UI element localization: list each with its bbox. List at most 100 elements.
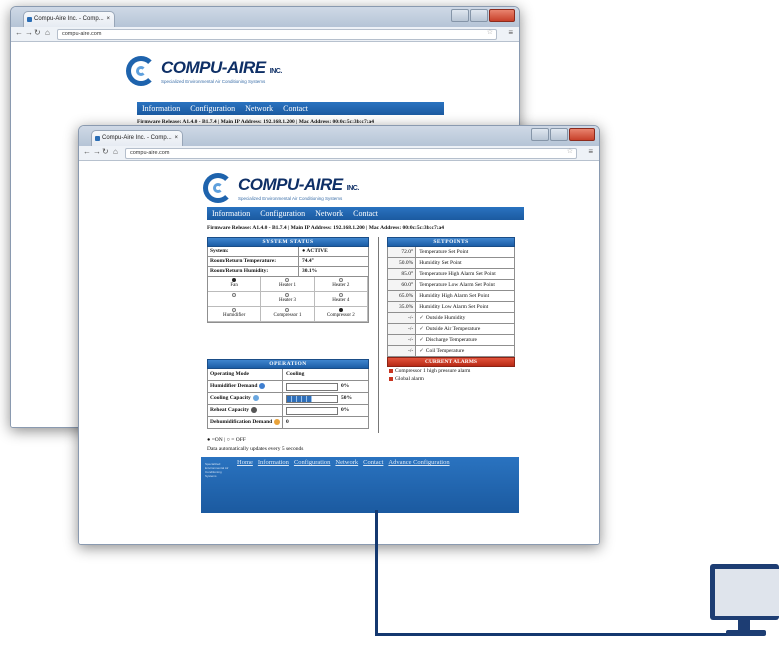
progress-bar xyxy=(286,382,338,391)
front-browser-titlebar: Compu-Aire Inc. - Comp... × xyxy=(79,126,599,146)
desktop-computer-icon xyxy=(708,562,779,646)
setpoint-row[interactable]: 85.0° Temperature High Alarm Set Point xyxy=(387,269,515,280)
back-tab-title: Compu-Aire Inc. - Comp... xyxy=(34,16,104,22)
setpoint-row[interactable]: -/-Discharge Temperature xyxy=(387,335,515,346)
footer-links: Home Information Configuration Network C… xyxy=(237,459,450,466)
status-label: Room/Return Humidity: xyxy=(208,267,299,276)
front-logo-name: COMPU-AIRE xyxy=(238,175,343,194)
component-cell: Fan xyxy=(208,277,262,292)
front-browser-tab[interactable]: Compu-Aire Inc. - Comp... × xyxy=(91,130,183,146)
setpoint-name: Coil Temperature xyxy=(416,346,514,356)
close-button[interactable] xyxy=(569,128,595,141)
nav-information[interactable]: Information xyxy=(212,207,250,220)
reload-icon[interactable]: ↻ xyxy=(34,28,41,37)
setpoint-name: Humidity High Alarm Set Point xyxy=(419,293,490,299)
component-cell: Compressor 2 xyxy=(314,307,368,322)
footer-link-advance-configuration[interactable]: Advance Configuration xyxy=(388,459,449,466)
favicon-icon xyxy=(95,136,100,141)
compu-aire-logo-icon xyxy=(126,56,156,86)
tab-close-icon[interactable]: × xyxy=(174,131,178,146)
front-tab-title: Compu-Aire Inc. - Comp... xyxy=(102,135,172,141)
setpoint-value: -/- xyxy=(388,335,417,345)
home-icon[interactable]: ⌂ xyxy=(45,28,50,37)
setpoint-row[interactable]: 50.0% Humidity Set Point xyxy=(387,258,515,269)
minimize-button[interactable] xyxy=(531,128,549,141)
operation-header: OPERATION xyxy=(207,359,369,369)
reload-icon[interactable]: ↻ xyxy=(102,147,109,156)
back-logo: COMPU-AIRE INC. Specialized Environmenta… xyxy=(126,56,282,86)
setpoint-value: -/- xyxy=(388,313,417,323)
back-browser-tab[interactable]: Compu-Aire Inc. - Comp... × xyxy=(23,11,115,27)
front-browser-window: Compu-Aire Inc. - Comp... × ← → ↻ ⌂ comp… xyxy=(78,125,600,545)
operation-label: Operating Mode xyxy=(208,369,283,380)
setpoint-row[interactable]: -/-Coil Temperature xyxy=(387,346,515,357)
footer-link-home[interactable]: Home xyxy=(237,459,253,466)
status-off-icon xyxy=(338,278,343,282)
alarm-item: Global alarm xyxy=(387,375,515,383)
maximize-button[interactable] xyxy=(470,9,488,22)
operation-row: Operating Mode Cooling xyxy=(207,369,369,381)
alarm-item: Compressor 1 high pressure alarm xyxy=(387,367,515,375)
setpoint-row[interactable]: -/-Outside Humidity xyxy=(387,313,515,324)
setpoint-row[interactable]: 60.0° Temperature Low Alarm Set Point xyxy=(387,280,515,291)
progress-percent: 50% xyxy=(341,395,352,401)
setpoint-name: Outside Air Temperature xyxy=(416,324,514,334)
back-nav-configuration[interactable]: Configuration xyxy=(190,102,235,115)
close-button[interactable] xyxy=(489,9,515,22)
minimize-button[interactable] xyxy=(451,9,469,22)
forward-arrow-icon[interactable]: → xyxy=(93,147,101,156)
operation-value: Cooling xyxy=(283,369,368,380)
operation-status-icon xyxy=(250,406,257,413)
tab-close-icon[interactable]: × xyxy=(106,12,110,27)
setpoint-value: 85.0° xyxy=(388,269,417,279)
bookmark-star-icon[interactable]: ☆ xyxy=(567,147,573,155)
nav-contact[interactable]: Contact xyxy=(353,207,378,220)
operation-status-icon xyxy=(259,382,266,389)
footer-link-information[interactable]: Information xyxy=(258,459,289,466)
component-cell: Heater 3 xyxy=(261,292,315,307)
operation-row: Reheat Capacity 0% xyxy=(207,405,369,417)
setpoint-value: 72.0° xyxy=(388,247,417,257)
menu-icon[interactable]: ≡ xyxy=(508,28,513,37)
footer-link-network[interactable]: Network xyxy=(335,459,358,466)
status-off-icon xyxy=(232,293,237,297)
component-label: Heater 2 xyxy=(332,283,350,288)
setpoint-row[interactable]: -/-Outside Air Temperature xyxy=(387,324,515,335)
setpoint-value: 35.0% xyxy=(388,302,417,312)
home-icon[interactable]: ⌂ xyxy=(113,147,118,156)
menu-icon[interactable]: ≡ xyxy=(588,147,593,156)
status-off-icon xyxy=(285,278,290,282)
operation-label-text: Cooling Capacity xyxy=(210,395,251,401)
nav-network[interactable]: Network xyxy=(315,207,343,220)
setpoint-row[interactable]: 35.0% Humidity Low Alarm Set Point xyxy=(387,302,515,313)
operation-panel: OPERATION Operating Mode Cooling Humidifie… xyxy=(207,359,369,429)
operation-value: 0 xyxy=(283,417,368,428)
back-nav-contact[interactable]: Contact xyxy=(283,102,308,115)
maximize-button[interactable] xyxy=(550,128,568,141)
alarm-indicator-icon xyxy=(389,369,393,373)
progress-bar xyxy=(286,394,338,403)
setpoint-row[interactable]: 72.0° Temperature Set Point xyxy=(387,247,515,258)
operation-value-text: 0 xyxy=(286,419,289,425)
forward-arrow-icon[interactable]: → xyxy=(25,28,33,37)
component-label: Humidifier xyxy=(223,313,246,318)
front-logo: COMPU-AIRE INC. Specialized Environmenta… xyxy=(203,173,359,203)
component-label: Heater 1 xyxy=(278,283,297,288)
bookmark-star-icon[interactable]: ☆ xyxy=(487,28,493,36)
back-nav-network[interactable]: Network xyxy=(245,102,273,115)
back-logo-inc: INC. xyxy=(269,68,283,75)
setpoint-name: Temperature Set Point xyxy=(419,249,469,255)
operation-value: 0% xyxy=(283,405,368,416)
system-status-header: SYSTEM STATUS xyxy=(207,237,369,247)
footer-link-configuration[interactable]: Configuration xyxy=(294,459,330,466)
favicon-icon xyxy=(27,17,32,22)
back-nav-information[interactable]: Information xyxy=(142,102,180,115)
nav-configuration[interactable]: Configuration xyxy=(260,207,305,220)
setpoint-row[interactable]: 65.0% Humidity High Alarm Set Point xyxy=(387,291,515,302)
back-address-bar[interactable]: compu-aire.com xyxy=(57,29,497,40)
front-address-bar[interactable]: compu-aire.com xyxy=(125,148,577,159)
back-arrow-icon[interactable]: ← xyxy=(15,28,23,37)
back-arrow-icon[interactable]: ← xyxy=(83,147,91,156)
back-browser-toolbar: ← → ↻ ⌂ compu-aire.com ☆ ≡ xyxy=(11,27,519,42)
footer-link-contact[interactable]: Contact xyxy=(363,459,383,466)
